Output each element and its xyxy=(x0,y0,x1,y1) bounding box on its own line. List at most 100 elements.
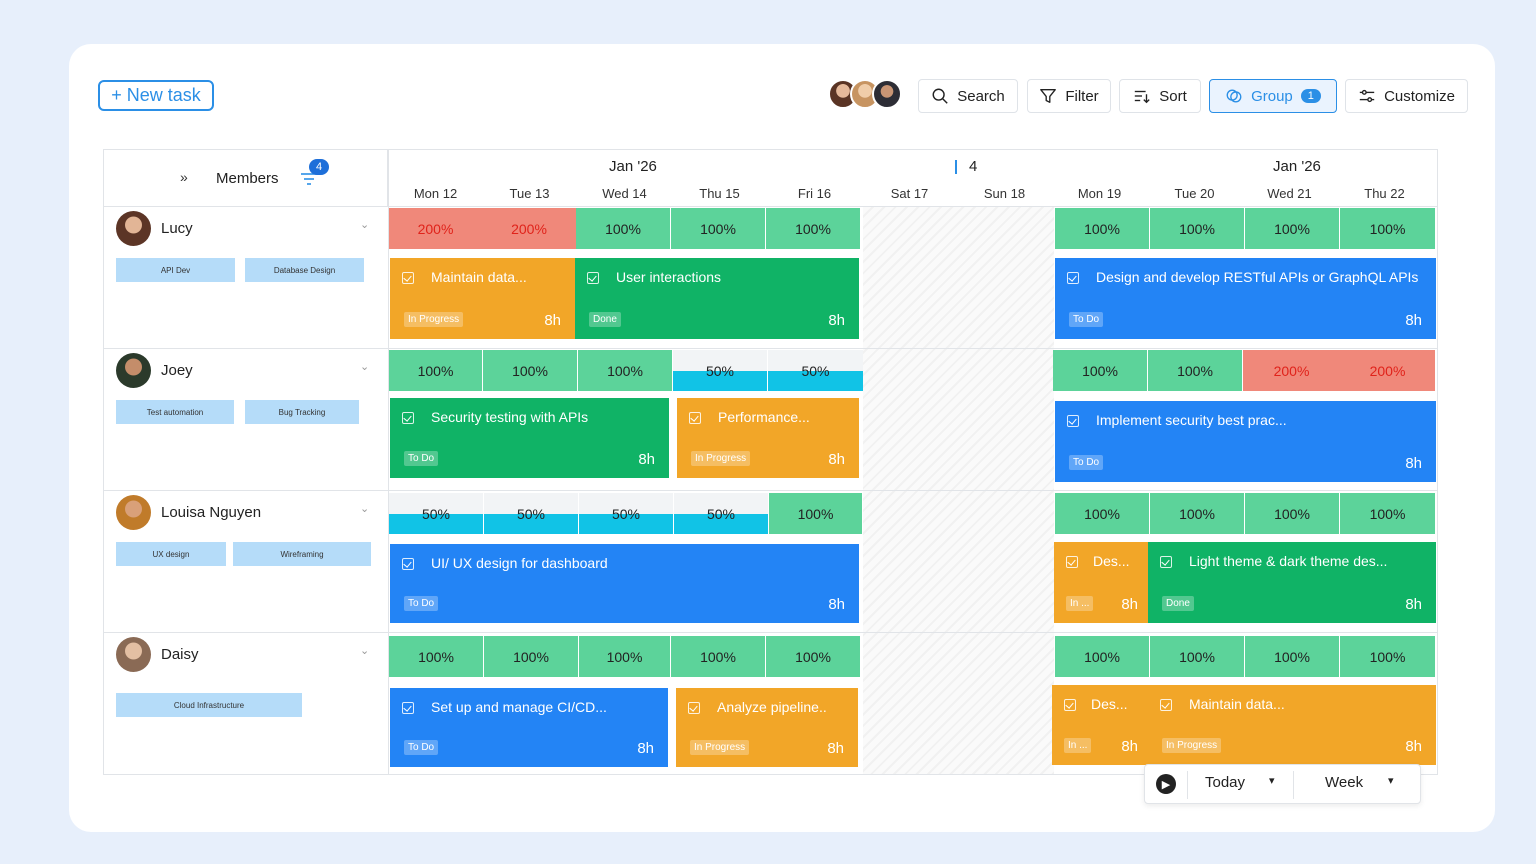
capacity-cell: 100% xyxy=(1245,636,1339,677)
skill-tag: Wireframing xyxy=(233,542,371,566)
task-bar[interactable]: Design and develop RESTful APIs or Graph… xyxy=(1055,258,1436,339)
sliders-icon xyxy=(1359,89,1375,103)
task-icon xyxy=(587,272,599,284)
member-name: Daisy xyxy=(161,646,199,663)
task-hours: 8h xyxy=(1405,455,1422,472)
chevron-down-icon[interactable]: ⌄ xyxy=(360,218,369,231)
day-header: Sat 17 xyxy=(890,186,929,201)
status-badge: In Progress xyxy=(691,451,751,466)
task-icon xyxy=(688,702,700,714)
task-icon xyxy=(402,272,414,284)
divider xyxy=(1293,771,1294,799)
task-hours: 8h xyxy=(828,596,845,613)
task-bar[interactable]: Light theme & dark theme des... Done 8h xyxy=(1148,542,1436,623)
day-header: Mon 12 xyxy=(413,186,458,201)
task-title: Des... xyxy=(1091,696,1128,712)
status-badge: In Progress xyxy=(690,740,750,755)
task-title: Maintain data... xyxy=(1189,696,1285,712)
chevron-down-icon[interactable]: ⌄ xyxy=(360,502,369,515)
task-title: Implement security best prac... xyxy=(1096,412,1287,428)
skill-tag: Bug Tracking xyxy=(245,400,359,424)
group-icon xyxy=(1226,89,1242,103)
filter-button[interactable]: Filter xyxy=(1027,79,1111,113)
capacity-cell: 100% xyxy=(1055,636,1149,677)
task-bar[interactable]: Set up and manage CI/CD... To Do 8h xyxy=(390,688,668,767)
month-label: Jan '26 xyxy=(1273,158,1321,175)
next-arrow-icon[interactable]: ▶ xyxy=(1156,774,1176,794)
row-divider xyxy=(104,490,1437,491)
task-hours: 8h xyxy=(827,740,844,757)
task-bar[interactable]: Analyze pipeline.. In Progress 8h xyxy=(676,688,858,767)
view-select[interactable]: Week xyxy=(1325,774,1363,791)
member-name: Lucy xyxy=(161,220,193,237)
task-hours: 8h xyxy=(1405,312,1422,329)
capacity-cell: 100% xyxy=(1245,208,1339,249)
status-badge: To Do xyxy=(404,596,439,611)
group-button[interactable]: Group 1 xyxy=(1209,79,1337,113)
filter-icon xyxy=(1040,89,1057,103)
capacity-cell: 200% xyxy=(1340,350,1435,391)
customize-button[interactable]: Customize xyxy=(1345,79,1468,113)
capacity-cell: 100% xyxy=(1148,350,1242,391)
capacity-cell: 100% xyxy=(389,636,483,677)
chevron-down-icon[interactable]: ▾ xyxy=(1269,774,1275,787)
week-marker xyxy=(955,160,957,174)
task-bar[interactable]: Security testing with APIs To Do 8h xyxy=(390,398,669,478)
capacity-cell: 100% xyxy=(1150,493,1244,534)
chevron-down-icon[interactable]: ▾ xyxy=(1388,774,1394,787)
capacity-cell: 100% xyxy=(578,350,672,391)
skill-tag: UX design xyxy=(116,542,226,566)
task-hours: 8h xyxy=(638,451,655,468)
capacity-cell: 100% xyxy=(1340,636,1435,677)
task-hours: 8h xyxy=(828,312,845,329)
new-task-button[interactable]: + New task xyxy=(98,80,214,111)
status-badge: To Do xyxy=(404,740,439,755)
search-icon xyxy=(932,88,948,104)
task-bar[interactable]: UI/ UX design for dashboard To Do 8h xyxy=(390,544,859,623)
task-bar[interactable]: Implement security best prac... To Do 8h xyxy=(1055,401,1436,482)
divider xyxy=(1187,771,1188,799)
status-badge: In ... xyxy=(1066,596,1094,611)
day-header: Mon 19 xyxy=(1077,186,1122,201)
task-hours: 8h xyxy=(1121,596,1138,613)
status-badge: In ... xyxy=(1064,738,1092,753)
task-hours: 8h xyxy=(1405,738,1422,755)
collapse-all-icon[interactable]: » xyxy=(180,169,188,185)
task-bar[interactable]: Maintain data... In Progress 8h xyxy=(1148,685,1436,765)
task-title: UI/ UX design for dashboard xyxy=(431,555,608,571)
task-title: User interactions xyxy=(616,269,722,285)
avatar xyxy=(116,211,151,246)
task-bar[interactable]: Des... In ... 8h xyxy=(1052,685,1148,765)
capacity-cell: 100% xyxy=(769,493,862,534)
sort-label: Sort xyxy=(1159,87,1187,105)
task-bar[interactable]: Maintain data... In Progress 8h xyxy=(390,258,575,339)
capacity-cell: 100% xyxy=(766,208,860,249)
capacity-cell: 100% xyxy=(671,208,765,249)
capacity-cell: 50% xyxy=(579,493,673,534)
capacity-cell: 50% xyxy=(674,493,768,534)
sort-button[interactable]: Sort xyxy=(1119,79,1201,113)
day-header: Wed 14 xyxy=(602,186,647,201)
status-badge: In Progress xyxy=(1162,738,1222,753)
member-avatars[interactable] xyxy=(828,79,902,111)
today-button[interactable]: Today xyxy=(1205,774,1245,791)
status-badge: To Do xyxy=(404,451,439,466)
sort-icon xyxy=(1135,90,1150,104)
task-title: Analyze pipeline.. xyxy=(717,699,827,715)
search-button[interactable]: Search xyxy=(918,79,1018,113)
capacity-cell: 100% xyxy=(1245,493,1339,534)
task-bar[interactable]: Des... In ... 8h xyxy=(1054,542,1148,623)
task-bar[interactable]: Performance... In Progress 8h xyxy=(677,398,859,478)
chevron-down-icon[interactable]: ⌄ xyxy=(360,360,369,373)
task-icon xyxy=(402,412,414,424)
task-title: Light theme & dark theme des... xyxy=(1189,553,1388,569)
date-header: Jan '26 4 Jan '26 Mon 12 Tue 13 Wed 14 T… xyxy=(388,150,1437,207)
capacity-cell: 100% xyxy=(484,636,578,677)
chevron-down-icon[interactable]: ⌄ xyxy=(360,644,369,657)
task-title: Security testing with APIs xyxy=(431,409,589,425)
customize-label: Customize xyxy=(1384,87,1455,105)
week-number: 4 xyxy=(969,158,978,175)
task-icon xyxy=(1160,699,1172,711)
avatar xyxy=(116,637,151,672)
task-bar[interactable]: User interactions Done 8h xyxy=(575,258,859,339)
